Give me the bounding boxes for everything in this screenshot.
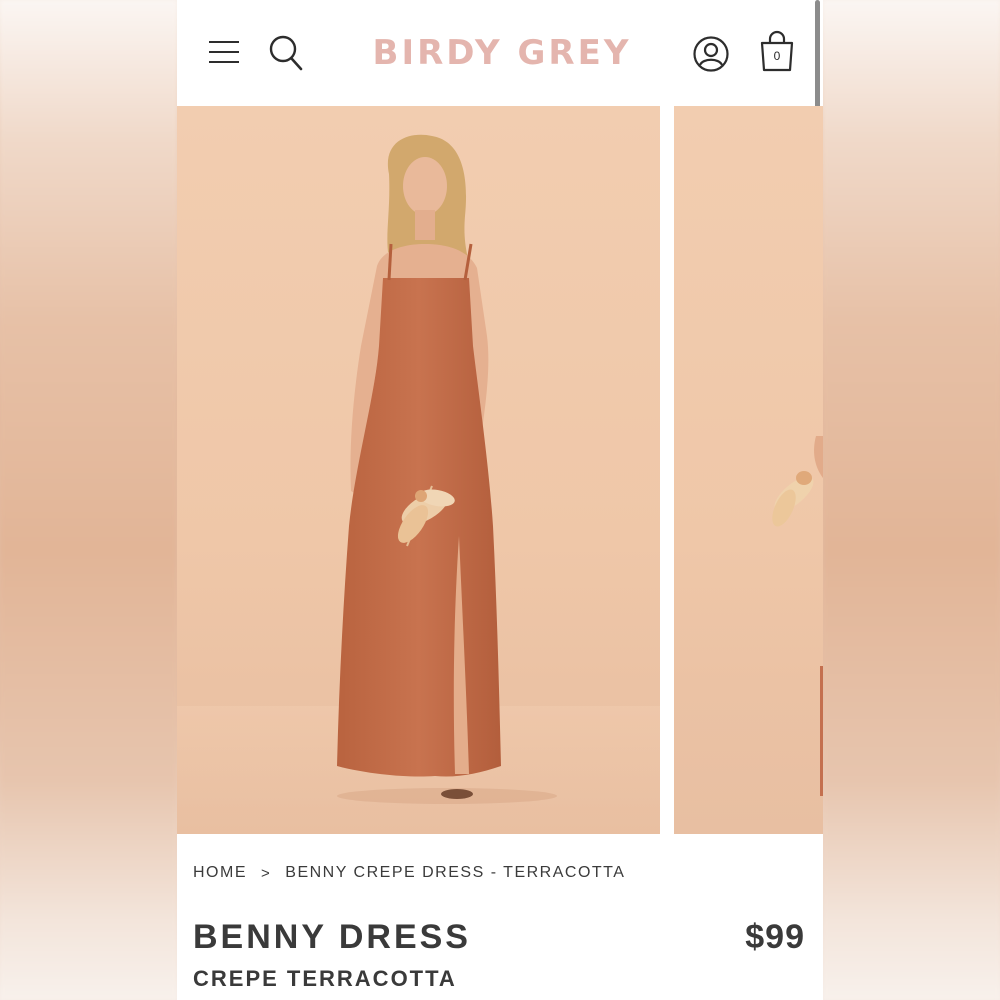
breadcrumb-home-link[interactable]: HOME <box>193 864 247 882</box>
background-blur-left <box>0 0 177 1000</box>
scrollbar[interactable] <box>815 0 820 112</box>
breadcrumb: HOME > BENNY CREPE DRESS - TERRACOTTA <box>193 862 625 884</box>
account-icon[interactable] <box>692 35 730 73</box>
product-gallery[interactable] <box>177 106 823 834</box>
product-photo-side[interactable] <box>674 106 823 834</box>
breadcrumb-current: BENNY CREPE DRESS - TERRACOTTA <box>285 864 626 881</box>
shopping-bag-button[interactable]: 0 <box>757 30 797 74</box>
product-variant: CREPE TERRACOTTA <box>193 966 457 991</box>
search-icon[interactable] <box>268 34 304 72</box>
product-title: BENNY DRESS <box>193 918 471 956</box>
product-photo-front[interactable] <box>177 106 660 834</box>
cart-count-badge: 0 <box>773 49 781 63</box>
mobile-page: BIRDY GREY 0 HOME > BENNY CREPE DRESS - … <box>177 0 823 1000</box>
site-header: BIRDY GREY 0 <box>177 0 823 112</box>
background-blur-right <box>823 0 1000 1000</box>
menu-icon[interactable] <box>208 39 240 65</box>
side-view-image <box>772 436 823 796</box>
product-price: $99 <box>745 918 805 956</box>
model-in-dress-image <box>177 134 660 834</box>
brand-logo[interactable]: BIRDY GREY <box>362 30 642 76</box>
breadcrumb-separator: > <box>261 864 272 882</box>
